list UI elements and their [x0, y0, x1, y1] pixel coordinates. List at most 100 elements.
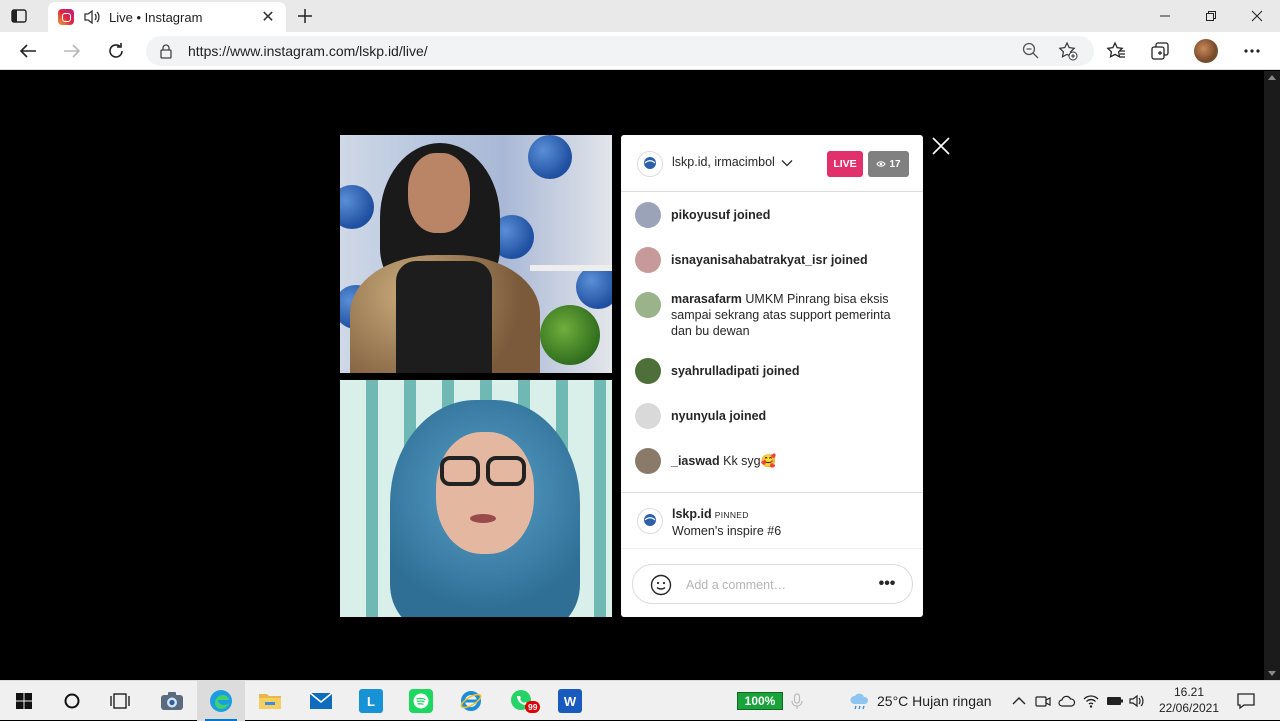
- comment-box: •••: [632, 564, 913, 604]
- close-tab-icon[interactable]: ✕: [260, 9, 276, 26]
- browser-tab-instagram[interactable]: Live • Instagram ✕: [48, 2, 286, 32]
- search-button[interactable]: [48, 681, 96, 721]
- lock-icon[interactable]: [158, 43, 174, 59]
- pinned-comment: lskp.id · PINNED Women's inspire #6: [621, 492, 923, 549]
- live-video-host[interactable]: [340, 135, 612, 373]
- taskbar-mail-app[interactable]: [297, 681, 345, 721]
- pinned-username[interactable]: lskp.id: [672, 507, 712, 521]
- user-avatar[interactable]: [635, 358, 661, 384]
- more-options-icon[interactable]: •••: [877, 573, 897, 595]
- user-avatar[interactable]: [635, 448, 661, 474]
- pinned-message: Women's inspire #6: [672, 524, 782, 538]
- scroll-down-icon[interactable]: [1268, 671, 1276, 676]
- scroll-up-icon[interactable]: [1268, 75, 1276, 80]
- wifi-icon[interactable]: [1082, 692, 1100, 710]
- comment-message: joined: [733, 208, 771, 222]
- taskbar-edge-app[interactable]: [197, 681, 245, 721]
- comment-item: pikoyusuf joined: [635, 202, 911, 228]
- meet-now-icon[interactable]: [1034, 692, 1052, 710]
- spotify-icon: [409, 689, 433, 713]
- system-clock[interactable]: 16.21 22/06/2021: [1150, 684, 1228, 716]
- speaker-icon[interactable]: [83, 9, 101, 25]
- taskbar-word-app[interactable]: W: [546, 681, 594, 721]
- task-view-button[interactable]: [96, 681, 144, 721]
- close-icon[interactable]: [930, 135, 952, 157]
- minimize-icon[interactable]: [1142, 0, 1188, 32]
- comment-list: pikoyusuf joined isnayanisahabatrakyat_i…: [621, 192, 923, 492]
- clock-time: 16.21: [1173, 685, 1205, 699]
- battery-percentage[interactable]: 100%: [737, 692, 783, 710]
- comment-username[interactable]: nyunyula: [671, 409, 726, 423]
- comment-item: nyunyula joined: [635, 403, 911, 429]
- instagram-live-page: lskp.id, irmacimbol LIVE 17 pikoyusuf jo…: [0, 71, 1264, 680]
- microphone-icon[interactable]: [788, 692, 806, 710]
- emoji-icon[interactable]: [650, 574, 672, 596]
- windows-taskbar: L 99 W 100% 25°C Hujan ringan 16.21 22/0…: [0, 680, 1280, 721]
- pinned-user-avatar[interactable]: [637, 508, 663, 534]
- comment-username[interactable]: pikoyusuf: [671, 208, 730, 222]
- onedrive-icon[interactable]: [1058, 692, 1076, 710]
- comment-message: joined: [762, 364, 800, 378]
- chevron-down-icon[interactable]: [781, 157, 793, 169]
- user-avatar[interactable]: [635, 292, 661, 318]
- refresh-icon[interactable]: [102, 38, 130, 64]
- comment-username[interactable]: _iaswad: [671, 454, 720, 468]
- address-bar[interactable]: https://www.instagram.com/lskp.id/live/: [146, 36, 1094, 66]
- taskbar-whatsapp-app[interactable]: 99: [497, 681, 545, 721]
- favorites-icon[interactable]: [1102, 38, 1130, 64]
- host-figure: [408, 153, 470, 233]
- windows-icon: [16, 693, 32, 709]
- taskbar-l-app[interactable]: L: [347, 681, 395, 721]
- settings-more-icon[interactable]: [1238, 38, 1266, 64]
- battery-icon[interactable]: [1106, 692, 1124, 710]
- word-icon: W: [558, 689, 582, 713]
- back-icon[interactable]: [14, 38, 42, 64]
- user-avatar[interactable]: [635, 247, 661, 273]
- host-avatar[interactable]: [637, 151, 663, 177]
- user-avatar[interactable]: [635, 202, 661, 228]
- profile-avatar[interactable]: [1194, 39, 1218, 63]
- guest-figure: [436, 432, 534, 554]
- comment-username[interactable]: marasafarm: [671, 292, 742, 306]
- search-icon: [64, 693, 80, 709]
- comment-username[interactable]: syahrulladipati: [671, 364, 759, 378]
- taskbar-spotify-app[interactable]: [397, 681, 445, 721]
- browser-toolbar: https://www.instagram.com/lskp.id/live/: [0, 32, 1280, 70]
- viewer-count-badge: 17: [868, 151, 909, 177]
- edge-icon: [210, 690, 232, 712]
- notification-icon[interactable]: [1236, 691, 1256, 711]
- close-window-icon[interactable]: [1234, 0, 1280, 32]
- collections-icon[interactable]: [1146, 38, 1174, 64]
- start-button[interactable]: [0, 681, 48, 721]
- zoom-out-icon[interactable]: [1022, 42, 1040, 60]
- l-app-icon: L: [359, 689, 383, 713]
- url-text[interactable]: https://www.instagram.com/lskp.id/live/: [188, 43, 428, 59]
- chevron-up-icon[interactable]: [1010, 692, 1028, 710]
- comment-item: _iaswad Kk syg🥰: [635, 448, 911, 474]
- taskbar-camera-app[interactable]: [148, 681, 196, 721]
- new-tab-icon[interactable]: [294, 5, 316, 27]
- plant-decoration: [540, 305, 600, 365]
- user-avatar[interactable]: [635, 403, 661, 429]
- guest-figure: [486, 456, 526, 486]
- live-chat-panel: lskp.id, irmacimbol LIVE 17 pikoyusuf jo…: [621, 135, 923, 617]
- weather-rain-icon[interactable]: [849, 691, 871, 711]
- comment-message: Kk syg🥰: [723, 454, 777, 468]
- taskbar-ie-app[interactable]: [447, 681, 495, 721]
- page-scrollbar[interactable]: [1264, 71, 1280, 680]
- viewer-count: 17: [889, 158, 901, 170]
- folder-icon: [259, 694, 281, 709]
- comment-username[interactable]: isnayanisahabatrakyat_isr: [671, 253, 827, 267]
- comment-input[interactable]: [686, 574, 866, 596]
- live-host-title[interactable]: lskp.id, irmacimbol: [672, 155, 775, 169]
- tab-bar: Live • Instagram ✕: [0, 0, 1280, 32]
- volume-icon[interactable]: [1128, 692, 1146, 710]
- restore-icon[interactable]: [1188, 0, 1234, 32]
- add-favorite-icon[interactable]: [1058, 41, 1078, 61]
- taskbar-file-explorer[interactable]: [246, 681, 294, 721]
- weather-text[interactable]: 25°C Hujan ringan: [877, 693, 992, 709]
- pinned-tag: · PINNED: [709, 510, 749, 520]
- forward-icon[interactable]: [58, 38, 86, 64]
- live-video-guest[interactable]: [340, 380, 612, 617]
- tab-actions-icon[interactable]: [8, 6, 30, 26]
